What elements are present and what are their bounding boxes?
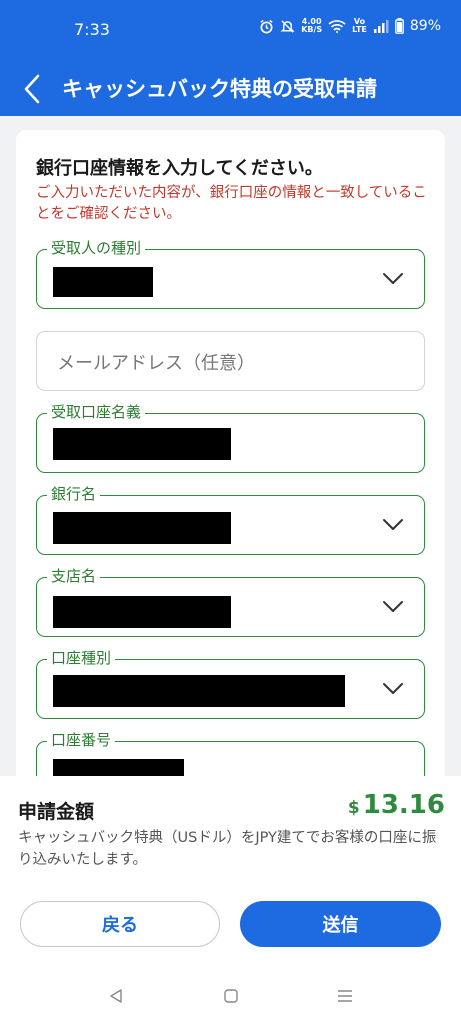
- field-label: 口座種別: [47, 648, 116, 668]
- chevron-down-icon: [383, 273, 403, 284]
- status-bar: 7:33 4.00 KB/S Vo LTE 89%: [0, 0, 461, 62]
- redacted-value: [53, 596, 231, 628]
- amount-value: $13.16: [348, 790, 445, 820]
- submit-button[interactable]: 送信: [240, 901, 441, 947]
- redacted-value: [53, 675, 345, 707]
- wifi-icon: [328, 19, 346, 33]
- field-label: 銀行名: [47, 484, 101, 504]
- battery-icon: [394, 18, 404, 34]
- branch-name-select[interactable]: 支店名: [36, 566, 425, 637]
- form-warning: ご入力いただいた内容が、銀行口座の情報と一致していることをご確認ください。: [36, 185, 427, 222]
- form-heading: 銀行口座情報を入力してください。: [36, 158, 323, 179]
- amount-label: 申請金額: [18, 801, 95, 823]
- redacted-value: [53, 267, 153, 297]
- volte-indicator: Vo LTE: [352, 18, 367, 34]
- email-field[interactable]: メールアドレス（任意）: [36, 331, 425, 391]
- amount-number: 13.16: [362, 790, 445, 820]
- recipient-type-select[interactable]: 受取人の種別: [36, 238, 425, 309]
- volte-bottom: LTE: [352, 25, 367, 34]
- net-speed-unit: KB/S: [301, 25, 323, 34]
- network-speed: 4.00 KB/S: [301, 18, 322, 34]
- back-button[interactable]: [16, 72, 48, 106]
- field-label: 受取人の種別: [47, 238, 146, 258]
- signal-icon: [373, 19, 389, 33]
- chevron-left-icon: [24, 74, 40, 104]
- status-icons: 4.00 KB/S Vo LTE 89%: [259, 18, 441, 34]
- field-label: 受取口座名義: [47, 402, 146, 422]
- mute-bell-icon: [280, 19, 295, 34]
- chevron-down-icon: [383, 683, 403, 694]
- field-label: 支店名: [47, 566, 101, 586]
- chevron-down-icon: [383, 601, 403, 612]
- redacted-value: [53, 512, 231, 544]
- battery-percent: 89%: [409, 18, 441, 34]
- email-placeholder: メールアドレス（任意）: [57, 353, 255, 374]
- back-action-button[interactable]: 戻る: [20, 901, 220, 947]
- alarm-icon: [259, 19, 274, 34]
- nav-menu-icon[interactable]: [333, 985, 357, 1007]
- account-type-select[interactable]: 口座種別: [36, 648, 425, 719]
- redacted-value: [53, 428, 231, 460]
- transfer-note: キャッシュバック特典（USドル）をJPY建てでお客様の口座に振り込みいたします。: [18, 830, 437, 868]
- page-title: キャッシュバック特典の受取申請: [62, 77, 377, 101]
- nav-back-icon[interactable]: [104, 985, 128, 1007]
- account-holder-field[interactable]: 受取口座名義: [36, 402, 425, 473]
- chevron-down-icon: [383, 519, 403, 530]
- currency-symbol: $: [347, 798, 360, 818]
- field-label: 口座番号: [47, 730, 116, 750]
- status-time: 7:33: [74, 20, 110, 39]
- app-header: キャッシュバック特典の受取申請: [0, 62, 461, 116]
- nav-home-icon[interactable]: [219, 985, 243, 1007]
- bank-name-select[interactable]: 銀行名: [36, 484, 425, 555]
